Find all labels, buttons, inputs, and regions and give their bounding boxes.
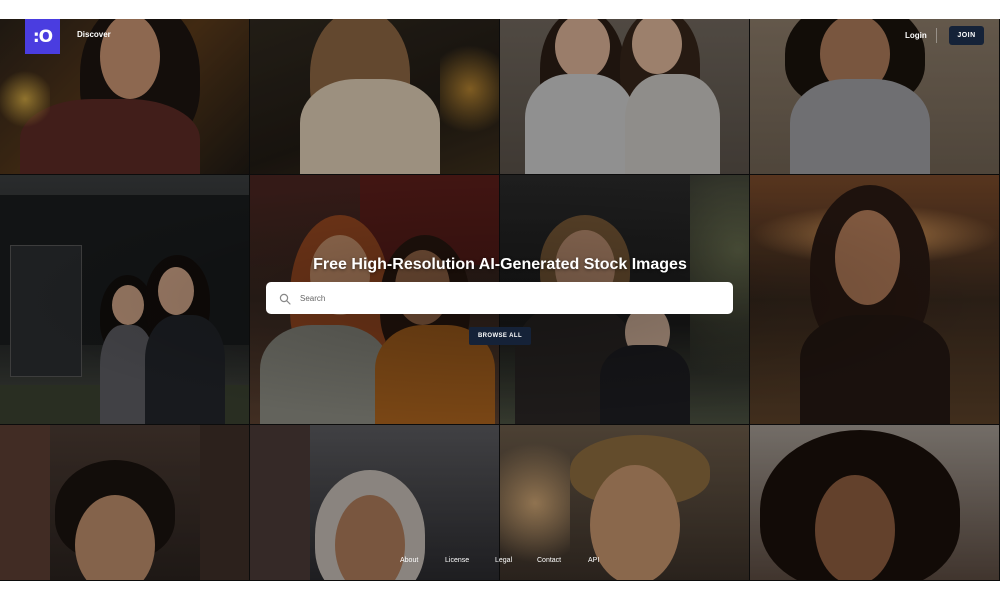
top-nav: :O Discover Login JOIN (0, 19, 1000, 59)
hero-title: Free High-Resolution AI-Generated Stock … (313, 256, 687, 273)
footer-link-api[interactable]: API (588, 557, 599, 564)
search-bar[interactable] (266, 282, 733, 314)
search-icon (279, 292, 291, 305)
logo[interactable]: :O (25, 19, 60, 54)
footer-links: About License Legal Contact API (0, 557, 1000, 571)
join-button[interactable]: JOIN (949, 26, 984, 45)
search-input[interactable] (298, 292, 722, 304)
main-viewport: :O Discover Login JOIN Free High-Resolut… (0, 19, 1000, 581)
footer-link-about[interactable]: About (400, 557, 418, 564)
nav-discover-link[interactable]: Discover (77, 30, 111, 39)
nav-divider (936, 28, 937, 43)
nav-login-link[interactable]: Login (905, 31, 927, 40)
footer-link-legal[interactable]: Legal (495, 557, 512, 564)
browse-all-button[interactable]: BROWSE ALL (469, 327, 531, 345)
logo-mark: :O (32, 26, 53, 47)
image-tile[interactable] (750, 175, 1000, 425)
footer-link-contact[interactable]: Contact (537, 557, 561, 564)
footer-link-license[interactable]: License (445, 557, 469, 564)
image-tile[interactable] (0, 175, 250, 425)
